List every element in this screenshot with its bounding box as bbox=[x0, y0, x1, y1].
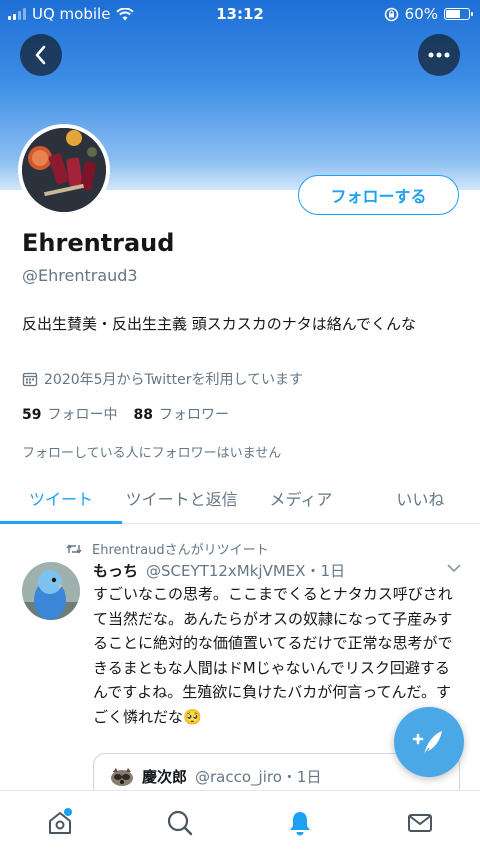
battery-icon bbox=[444, 8, 473, 20]
tweet-author-meta: @SCEYT12xMkjVMEX・1日 bbox=[146, 562, 346, 580]
quoted-author-meta: @racco_jiro・1日 bbox=[195, 768, 322, 786]
tab-tweets-and-replies[interactable]: ツイートと返信 bbox=[122, 472, 241, 523]
compose-feather-icon bbox=[412, 731, 442, 757]
nav-home[interactable] bbox=[30, 798, 90, 848]
nav-search[interactable] bbox=[150, 798, 210, 848]
orientation-lock-icon bbox=[384, 7, 398, 21]
compose-tweet-button[interactable] bbox=[394, 707, 464, 777]
chevron-down-icon[interactable] bbox=[446, 563, 462, 573]
battery-percent: 60% bbox=[404, 5, 438, 23]
retweet-text: Ehrentraudさんがリツイート bbox=[92, 543, 269, 558]
followers-count: 88 bbox=[133, 407, 153, 423]
tab-likes[interactable]: いいね bbox=[361, 472, 480, 523]
quoted-tweet-header: 慶次郎 @racco_jiro・1日 bbox=[110, 766, 321, 787]
messages-icon bbox=[408, 813, 432, 832]
status-right: 60% bbox=[384, 5, 473, 23]
notifications-icon bbox=[290, 811, 310, 835]
no-mutual-followers-note: フォローしている人にフォロワーはいません bbox=[22, 446, 282, 461]
following-count: 59 bbox=[22, 407, 42, 423]
chevron-left-icon bbox=[35, 45, 46, 65]
profile-handle: @Ehrentraud3 bbox=[22, 266, 138, 285]
back-button[interactable] bbox=[20, 34, 62, 76]
nav-notifications[interactable] bbox=[270, 798, 330, 848]
more-options-button[interactable] bbox=[418, 34, 460, 76]
profile-name: Ehrentraud bbox=[22, 229, 175, 257]
following-link[interactable]: 59 フォロー中 bbox=[22, 404, 117, 424]
tweet-author-avatar[interactable] bbox=[22, 562, 80, 620]
tweet-author-name[interactable]: もっち bbox=[93, 562, 138, 580]
new-content-dot bbox=[64, 807, 72, 816]
joined-date: 2020年5月からTwitterを利用しています bbox=[22, 369, 303, 389]
followers-link[interactable]: 88 フォロワー bbox=[133, 404, 228, 424]
budgie-avatar-image bbox=[22, 562, 80, 620]
bottom-navigation bbox=[0, 790, 480, 854]
following-label: フォロー中 bbox=[47, 407, 118, 423]
status-bar: UQ mobile 13:12 60% bbox=[0, 0, 480, 28]
followers-label: フォロワー bbox=[158, 407, 229, 423]
retweet-context: Ehrentraudさんがリツイート bbox=[66, 539, 269, 558]
quoted-author-name: 慶次郎 bbox=[142, 768, 188, 786]
calendar-icon bbox=[22, 372, 38, 387]
tab-tweets[interactable]: ツイート bbox=[0, 472, 122, 524]
nav-messages[interactable] bbox=[390, 798, 450, 848]
search-icon bbox=[167, 810, 193, 835]
profile-tabs: ツイート ツイートと返信 メディア いいね bbox=[0, 472, 480, 524]
more-horizontal-icon bbox=[428, 52, 450, 58]
profile-bio: 反出生賛美・反出生主義 頭スカスカのナタは絡んでくんな bbox=[22, 315, 417, 333]
tweet-text: すごいなこの思考。ここまでくるとナタカス呼びされて当然だな。あんたらがオスの奴隷… bbox=[93, 585, 453, 726]
follow-button[interactable]: フォローする bbox=[298, 175, 459, 215]
follow-counts: 59 フォロー中 88 フォロワー bbox=[22, 404, 229, 424]
retweet-icon bbox=[66, 543, 82, 554]
avatar-image bbox=[22, 128, 106, 212]
joined-text: 2020年5月からTwitterを利用しています bbox=[44, 372, 304, 388]
tab-media[interactable]: メディア bbox=[241, 472, 360, 523]
profile-avatar[interactable] bbox=[18, 124, 110, 216]
raccoon-avatar-icon bbox=[111, 767, 133, 786]
tweet-header: もっち @SCEYT12xMkjVMEX・1日 bbox=[93, 560, 345, 581]
